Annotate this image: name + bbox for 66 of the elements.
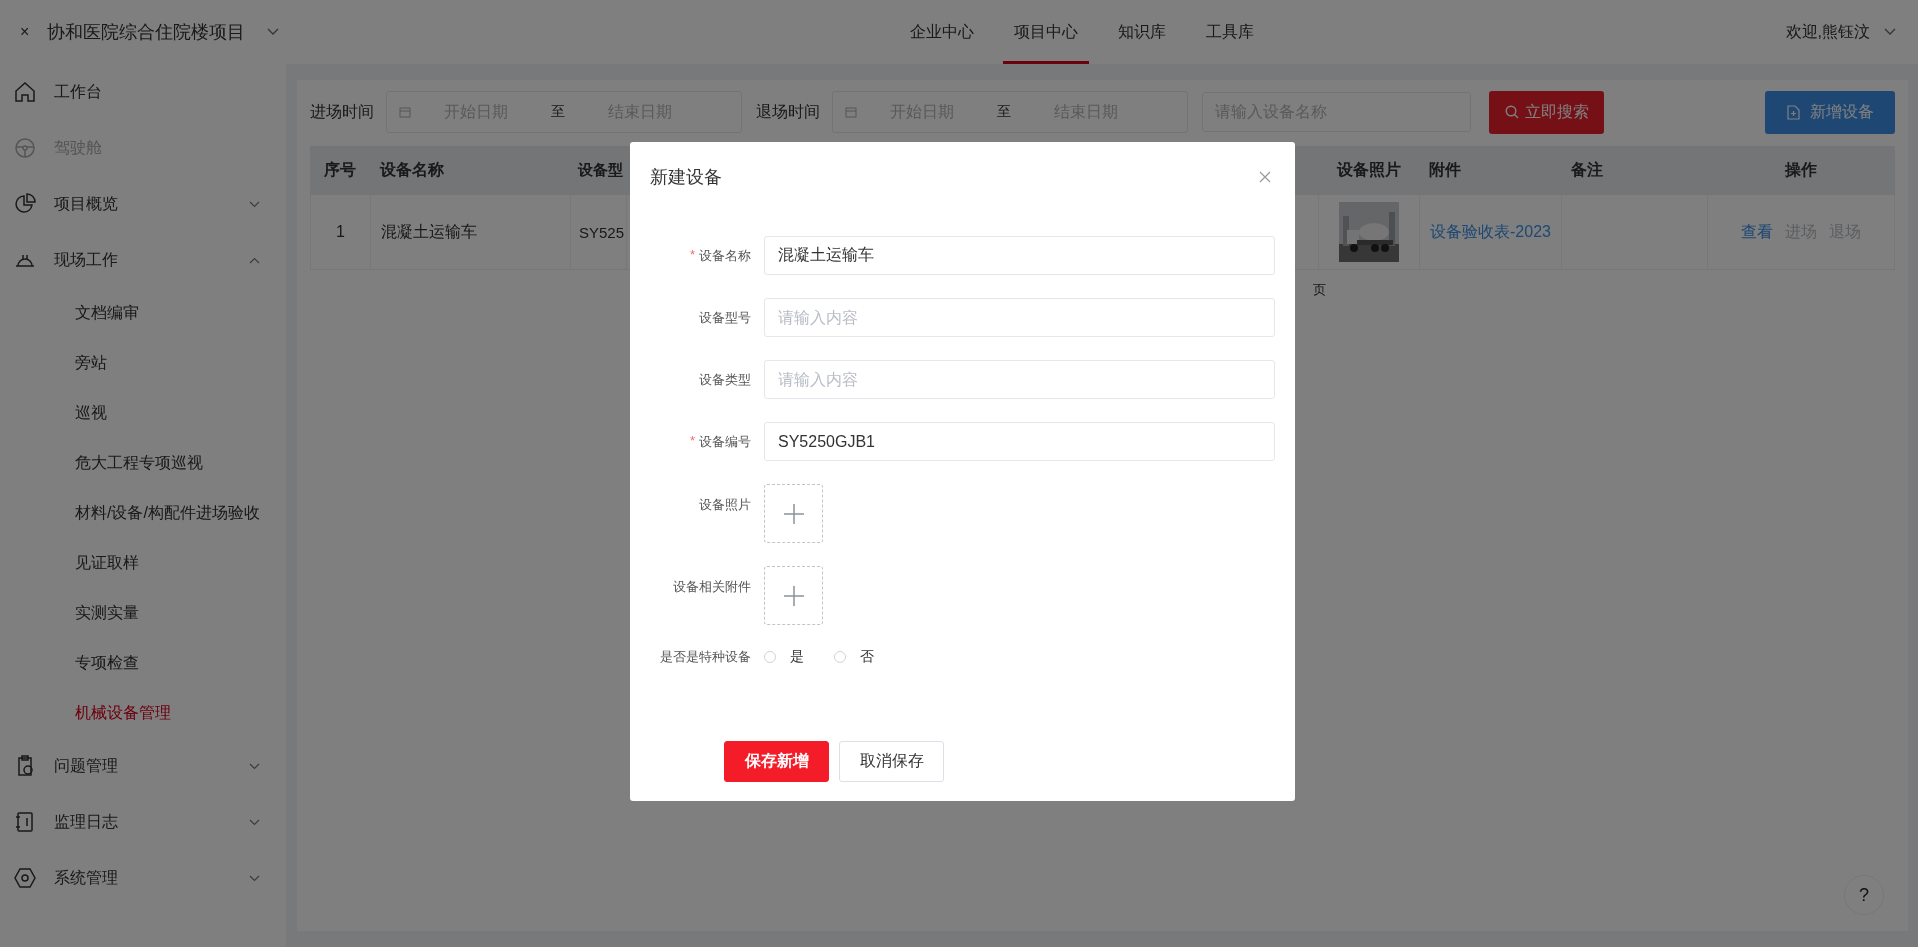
add-device-button[interactable]: 新增设备 [1765,90,1895,134]
cancel-button[interactable]: 取消保存 [839,741,944,782]
calendar-icon [845,106,857,118]
input-field[interactable]: 请输入内容 [764,360,1275,399]
upload-button[interactable] [764,484,823,543]
dialog-title: 新建设备 [650,166,722,189]
upload-button[interactable] [764,566,823,625]
column-header: 操作 [1783,160,1818,180]
column-header: 备注 [1570,160,1604,180]
save-button[interactable]: 保存新增 [724,741,829,782]
chevron-down-icon [1884,28,1896,36]
home-icon [14,81,36,103]
steering-wheel-icon [14,137,36,159]
column-header: 序号 [323,160,357,180]
notebook-icon [14,811,36,833]
column-header: 设备照片 [1335,160,1402,180]
user-greeting[interactable]: 欢迎,熊钰汶 [1785,21,1870,43]
field-label: 设备编号 [699,432,751,451]
required-asterisk: * [689,432,695,450]
filter-label: 退场时间 [756,101,820,122]
filter-label: 进场时间 [310,101,374,122]
pagination-text: 页 [1313,281,1326,299]
column-header: 附件 [1428,160,1462,180]
hexagon-icon [14,867,36,889]
plus-icon [782,502,805,525]
calendar-icon [399,106,411,118]
sidebar-item[interactable]: 监理日志 [0,794,286,850]
table-cell: 混凝土运输车 [371,195,571,269]
range-separator: 至 [996,103,1012,121]
input-field[interactable]: SY5250GJB1 [764,422,1275,461]
column-header: 设备名称 [378,160,445,180]
sidebar-item[interactable]: 问题管理 [0,738,286,794]
input-field[interactable]: 混凝土运输车 [764,236,1275,275]
nav-tab[interactable]: 工具库 [1195,0,1265,64]
field-label: 设备类型 [699,370,751,389]
sidebar-item[interactable]: 项目概览 [0,176,286,232]
close-icon[interactable] [1259,171,1271,183]
column-header: 设备型 [576,160,624,180]
field-label: 设备相关附件 [673,578,751,596]
pie-chart-icon [14,193,36,215]
sidebar-item[interactable]: 系统管理 [0,850,286,906]
table-cell: 1 [311,195,371,269]
chevron-down-icon [267,28,280,36]
row-action-link[interactable]: 查看 [1741,221,1773,243]
radio-label[interactable]: 否 [860,648,874,666]
project-selector[interactable]: 协和医院综合住院楼项目 [47,20,246,44]
attachment-link[interactable]: 设备验收表-2023 [1430,221,1551,243]
close-mark[interactable]: × [20,23,30,41]
radio-label[interactable]: 是 [790,648,804,666]
range-separator: 至 [550,103,566,121]
plus-icon [782,584,805,607]
sidebar-item[interactable]: 现场工作 [0,232,286,288]
field-label: 设备照片 [699,496,751,514]
table-cell: SY525 [571,195,627,269]
input-field[interactable]: 请输入内容 [764,298,1275,337]
search-button[interactable]: 立即搜索 [1489,90,1604,134]
field-label: 是否是特种设备 [660,648,751,666]
nav-tab[interactable]: 企业中心 [899,0,985,64]
file-plus-icon [1786,104,1800,120]
nav-tab[interactable]: 知识库 [1107,0,1177,64]
help-button[interactable]: ? [1844,875,1884,915]
sidebar-item[interactable]: 工作台 [0,64,286,120]
field-label: 设备型号 [699,308,751,327]
required-asterisk: * [689,246,695,264]
search-icon [1504,105,1519,119]
field-label: 设备名称 [699,246,751,265]
